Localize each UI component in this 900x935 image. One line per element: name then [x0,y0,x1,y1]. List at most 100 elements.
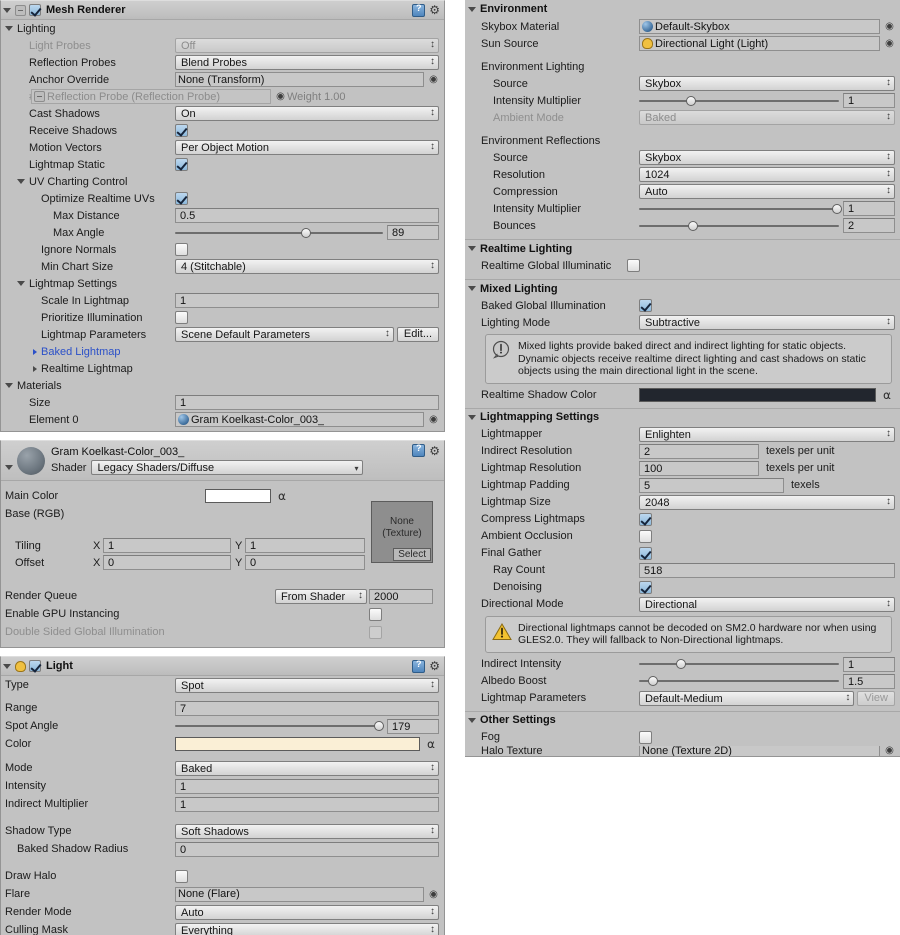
object-selector-icon[interactable]: ◉ [428,74,439,85]
help-icon[interactable] [412,3,426,17]
compression-dropdown[interactable]: Auto [639,184,895,199]
shadow-type-dropdown[interactable]: Soft Shadows [175,823,439,839]
resolution-dropdown[interactable]: 1024 [639,167,895,182]
culling-mask-dropdown[interactable]: Everything [175,922,439,935]
slider-knob[interactable] [686,95,696,106]
help-icon[interactable] [412,443,426,457]
eyedropper-icon[interactable]: ⍺ [423,737,439,751]
help-icon[interactable] [412,659,426,673]
object-selector-icon[interactable]: ◉ [428,889,439,900]
mesh-renderer-header[interactable]: Mesh Renderer ⚙ [1,1,444,20]
tiling-x-input[interactable]: 1 [103,538,231,553]
foldout-triangle-icon[interactable] [17,281,25,286]
light-probes-dropdown[interactable]: Off [175,38,439,53]
optimize-realtime-uvs-checkbox[interactable] [175,192,188,205]
indirect-intensity-slider[interactable] [639,657,839,671]
lightmap-resolution-input[interactable]: 100 [639,460,759,476]
eyedropper-icon[interactable]: ⍺ [879,388,895,402]
foldout-triangle-icon[interactable] [468,286,476,291]
realtime-lightmap-foldout[interactable]: Realtime Lightmap [1,360,444,377]
denoising-checkbox[interactable] [639,580,652,594]
prioritize-illumination-checkbox[interactable] [175,311,188,324]
render-queue-dropdown[interactable]: From Shader [275,588,367,604]
ray-count-input[interactable]: 518 [639,562,895,578]
render-mode-dropdown[interactable]: Auto [175,904,439,920]
other-settings-section-header[interactable]: Other Settings [465,710,900,729]
draw-halo-checkbox[interactable] [175,869,188,883]
max-angle-slider[interactable] [175,226,383,240]
spot-angle-slider[interactable] [175,719,384,733]
foldout-triangle-icon[interactable] [3,663,11,669]
refl-intensity-input[interactable]: 1 [843,201,895,216]
slider-knob[interactable] [676,659,686,669]
gear-icon[interactable]: ⚙ [429,660,440,672]
object-selector-icon[interactable]: ◉ [428,414,439,425]
slider-knob[interactable] [373,721,384,731]
slider-knob[interactable] [832,203,842,214]
skybox-material-objectfield[interactable]: Default-Skybox [639,19,880,34]
mesh-renderer-enabled-checkbox[interactable] [29,4,41,16]
foldout-triangle-icon[interactable] [5,465,13,470]
lightmapper-dropdown[interactable]: Enlighten [639,426,895,442]
motion-vectors-dropdown[interactable]: Per Object Motion [175,140,439,155]
lightmap-parameters-edit-button[interactable]: Edit... [396,327,439,342]
light-intensity-input[interactable]: 1 [175,778,439,794]
scale-in-lightmap-input[interactable]: 1 [175,293,439,308]
light-type-dropdown[interactable]: Spot [175,677,439,693]
env-intensity-input[interactable]: 1 [843,93,895,108]
lightmap-parameters-dropdown[interactable]: Scene Default Parameters [175,327,394,342]
lightmapping-section-header[interactable]: Lightmapping Settings [465,407,900,426]
gear-icon[interactable]: ⚙ [429,4,440,16]
materials-size-input[interactable]: 1 [175,395,439,410]
max-angle-input[interactable]: 89 [387,225,439,240]
texture-slot[interactable]: None (Texture) Select [371,501,433,563]
reflection-probes-dropdown[interactable]: Blend Probes [175,55,439,70]
texture-select-button[interactable]: Select [393,548,431,561]
shader-dropdown[interactable]: Legacy Shaders/Diffuse [91,460,364,475]
refl-source-dropdown[interactable]: Skybox [639,150,895,165]
offset-x-input[interactable]: 0 [103,555,231,570]
env-source-dropdown[interactable]: Skybox [639,76,895,91]
baked-gi-checkbox[interactable] [639,299,652,312]
foldout-triangle-icon[interactable] [33,348,37,355]
light-range-input[interactable]: 7 [175,700,439,716]
foldout-triangle-icon[interactable] [17,179,25,184]
anchor-override-objectfield[interactable]: None (Transform) [175,72,424,87]
compress-lightmaps-checkbox[interactable] [639,512,652,526]
sun-source-objectfield[interactable]: Directional Light (Light) [639,36,880,51]
indirect-multiplier-input[interactable]: 1 [175,796,439,812]
ambient-occlusion-checkbox[interactable] [639,529,652,543]
gear-icon[interactable]: ⚙ [429,445,440,457]
realtime-lighting-section-header[interactable]: Realtime Lighting [465,239,900,257]
environment-section-header[interactable]: Environment [465,0,900,18]
min-chart-size-dropdown[interactable]: 4 (Stitchable) [175,259,439,274]
realtime-shadow-color-swatch[interactable] [639,388,876,402]
bounces-input[interactable]: 2 [843,218,895,233]
light-color-swatch[interactable] [175,737,420,751]
light-header[interactable]: Light ⚙ [1,657,444,676]
baked-lightmap-foldout[interactable]: Baked Lightmap [1,343,444,360]
final-gather-checkbox[interactable] [639,546,652,560]
refl-intensity-slider[interactable] [639,202,842,216]
offset-y-input[interactable]: 0 [245,555,365,570]
foldout-triangle-icon[interactable] [33,365,37,372]
baked-shadow-radius-input[interactable]: 0 [175,841,439,857]
foldout-triangle-icon[interactable] [5,26,13,31]
fog-checkbox[interactable] [639,730,652,744]
materials-foldout[interactable]: Materials [1,377,444,394]
main-color-swatch[interactable] [205,489,271,503]
slider-knob[interactable] [301,227,312,238]
lighting-mode-dropdown[interactable]: Subtractive [639,315,895,330]
foldout-triangle-icon[interactable] [5,383,13,388]
cast-shadows-dropdown[interactable]: On [175,106,439,121]
materials-element0-objectfield[interactable]: Gram Koelkast-Color_003_ [175,412,424,427]
halo-texture-objectfield[interactable]: None (Texture 2D) [639,745,880,756]
spot-angle-input[interactable]: 179 [387,718,439,734]
mixed-lighting-section-header[interactable]: Mixed Lighting [465,279,900,297]
eyedropper-icon[interactable]: ⍺ [274,489,290,503]
foldout-triangle-icon[interactable] [3,7,11,13]
slider-knob[interactable] [648,676,658,686]
lightmap-static-checkbox[interactable] [175,158,188,171]
receive-shadows-checkbox[interactable] [175,124,188,137]
render-queue-input[interactable]: 2000 [369,588,433,604]
